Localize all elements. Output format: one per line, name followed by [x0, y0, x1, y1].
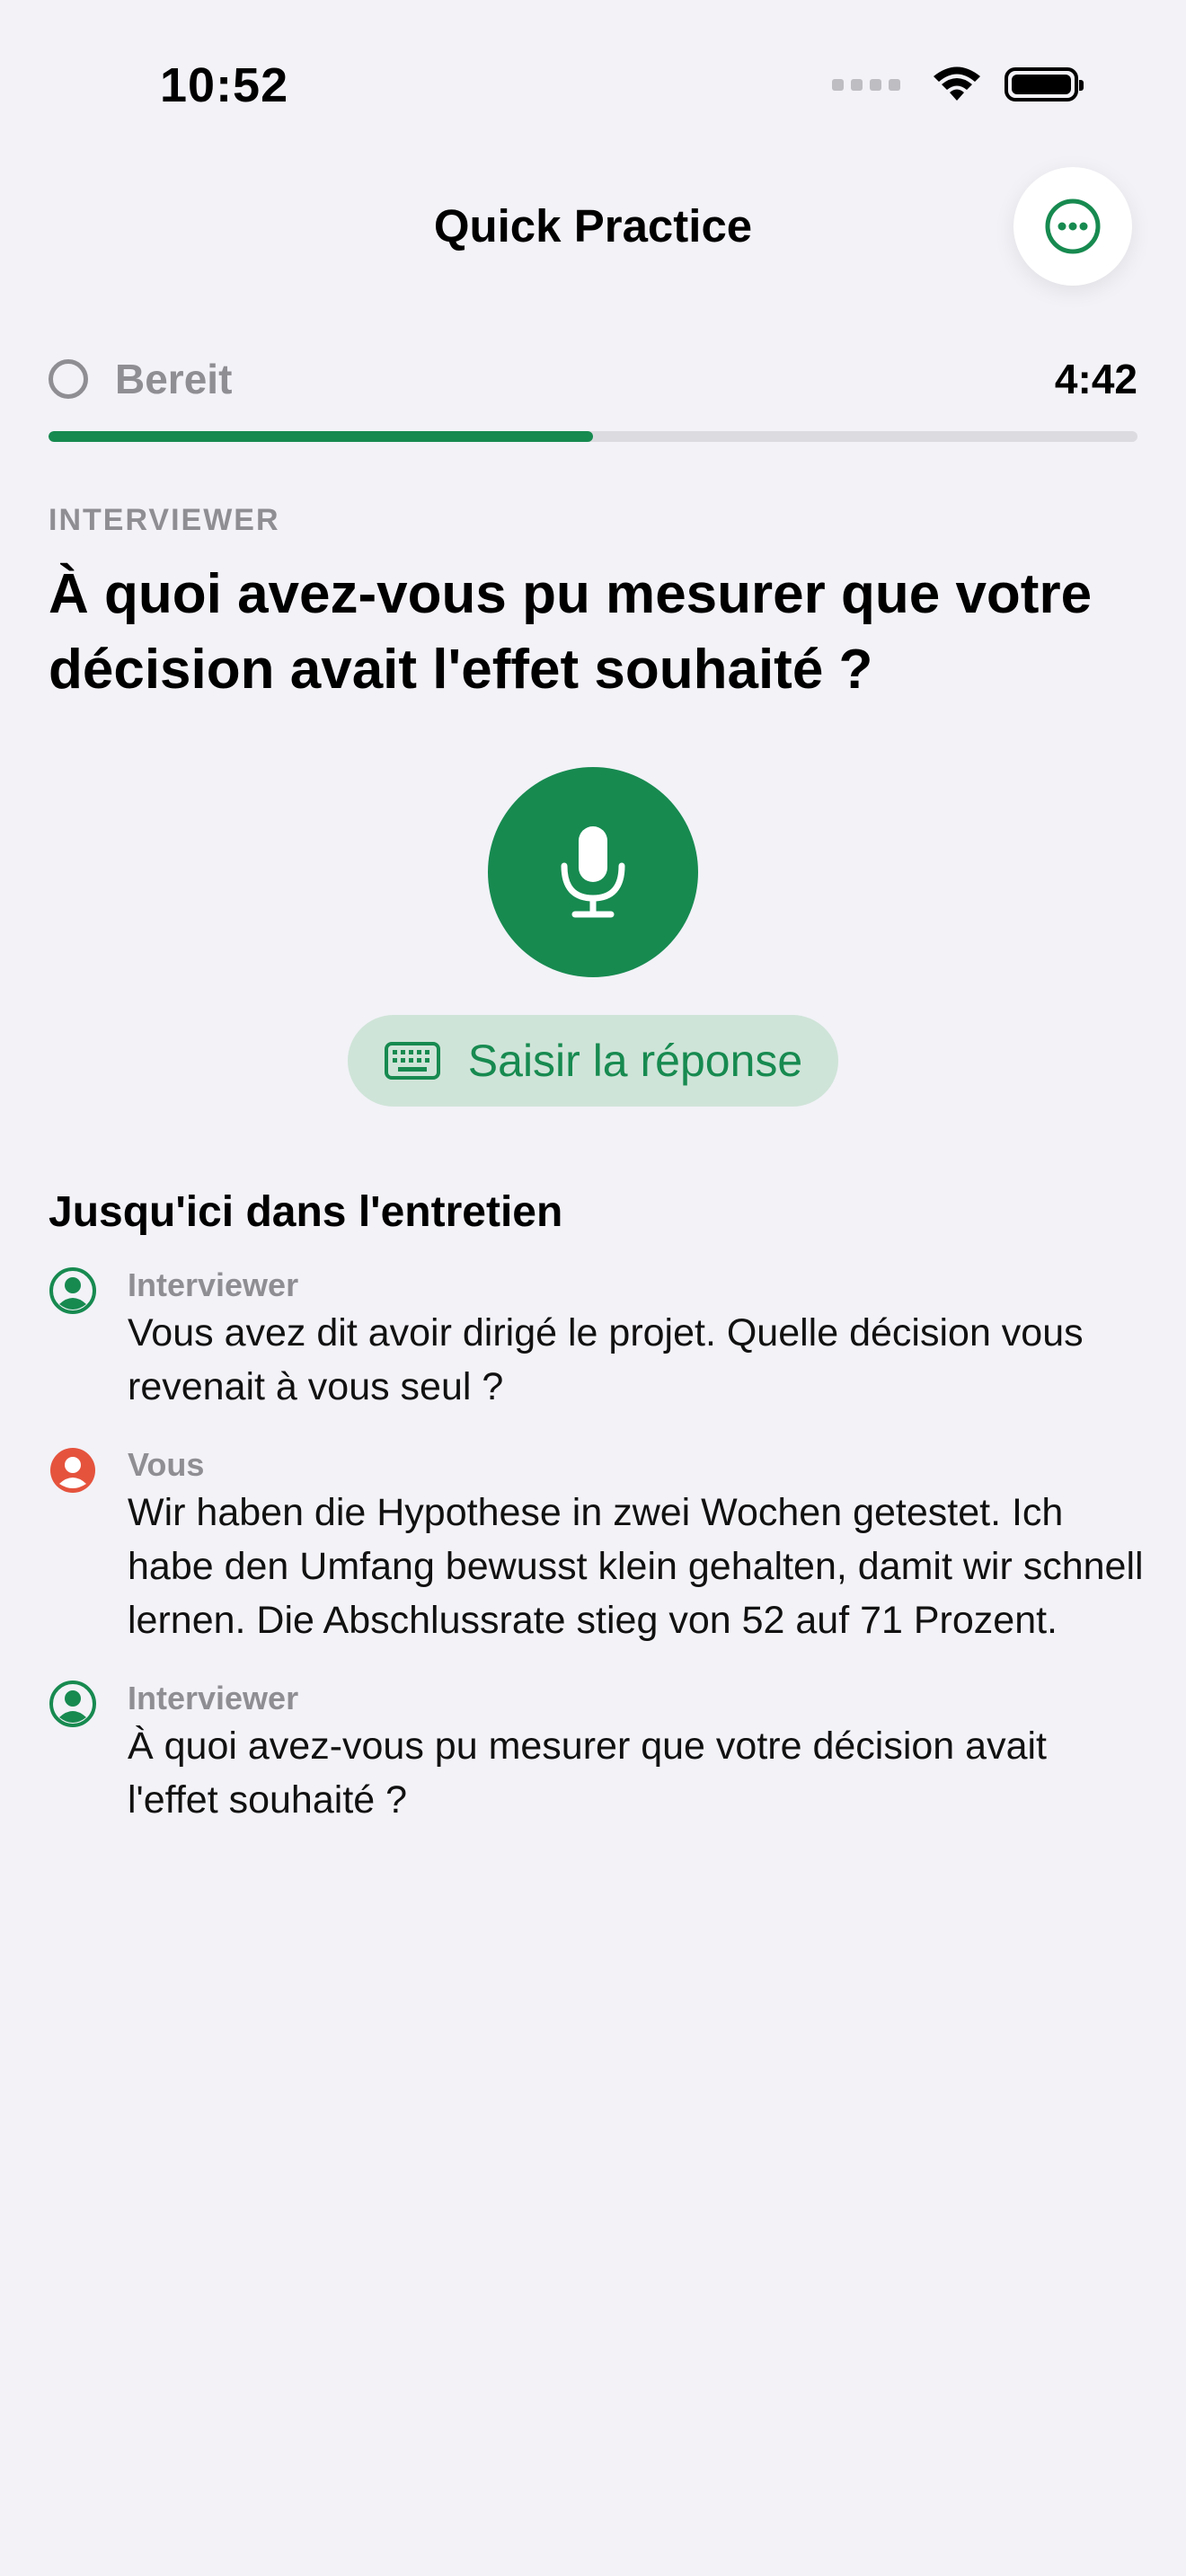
transcript-text: Wir haben die Hypothese in zwei Wochen g… — [128, 1491, 1144, 1642]
type-answer-button[interactable]: Saisir la réponse — [348, 1015, 838, 1107]
question-caption: INTERVIEWER — [49, 503, 280, 537]
record-answer-button[interactable] — [488, 767, 698, 977]
user-avatar-icon — [50, 1448, 95, 1493]
transcript-text: Vous avez dit avoir dirigé le projet. Qu… — [128, 1311, 1084, 1408]
transcript-speaker: Vous — [128, 1446, 205, 1483]
wifi-icon — [934, 66, 980, 101]
transcript-entry: Interviewer Vous avez dit avoir dirigé l… — [49, 1265, 1145, 1414]
ellipsis-circle-icon — [1045, 198, 1101, 254]
transcript-entry: Interviewer À quoi avez-vous pu mesurer … — [49, 1678, 1145, 1827]
interviewer-avatar-icon — [49, 1681, 96, 1727]
session-status-row: Bereit 4:42 — [49, 352, 1137, 406]
transcript-speaker: Interviewer — [128, 1266, 299, 1303]
session-timer: 4:42 — [1054, 356, 1137, 402]
microphone-icon — [561, 826, 625, 918]
transcript-title: Jusqu'ici dans l'entretien — [49, 1188, 563, 1236]
transcript-text: À quoi avez-vous pu mesurer que votre dé… — [128, 1725, 1047, 1822]
transcript-list: Interviewer Vous avez dit avoir dirigé l… — [49, 1265, 1145, 1857]
more-options-button[interactable] — [1013, 167, 1132, 286]
battery-icon — [1005, 67, 1084, 101]
question-text: À quoi avez-vous pu mesurer que votre dé… — [49, 563, 1093, 701]
page-title: Quick Practice — [433, 200, 753, 251]
interviewer-avatar-icon — [49, 1267, 96, 1314]
status-time: 10:52 — [160, 58, 289, 112]
transcript-entry: Vous Wir haben die Hypothese in zwei Woc… — [49, 1444, 1145, 1647]
type-answer-label: Saisir la réponse — [467, 1036, 803, 1086]
session-progress-fill — [49, 431, 593, 442]
status-indicators — [832, 65, 1084, 104]
keyboard-icon — [384, 1042, 440, 1080]
session-status: Bereit — [115, 356, 233, 402]
status-ring-icon — [49, 359, 88, 399]
cellular-signal-icon — [832, 78, 900, 91]
transcript-speaker: Interviewer — [128, 1680, 299, 1716]
session-progress-bar — [49, 431, 1137, 442]
